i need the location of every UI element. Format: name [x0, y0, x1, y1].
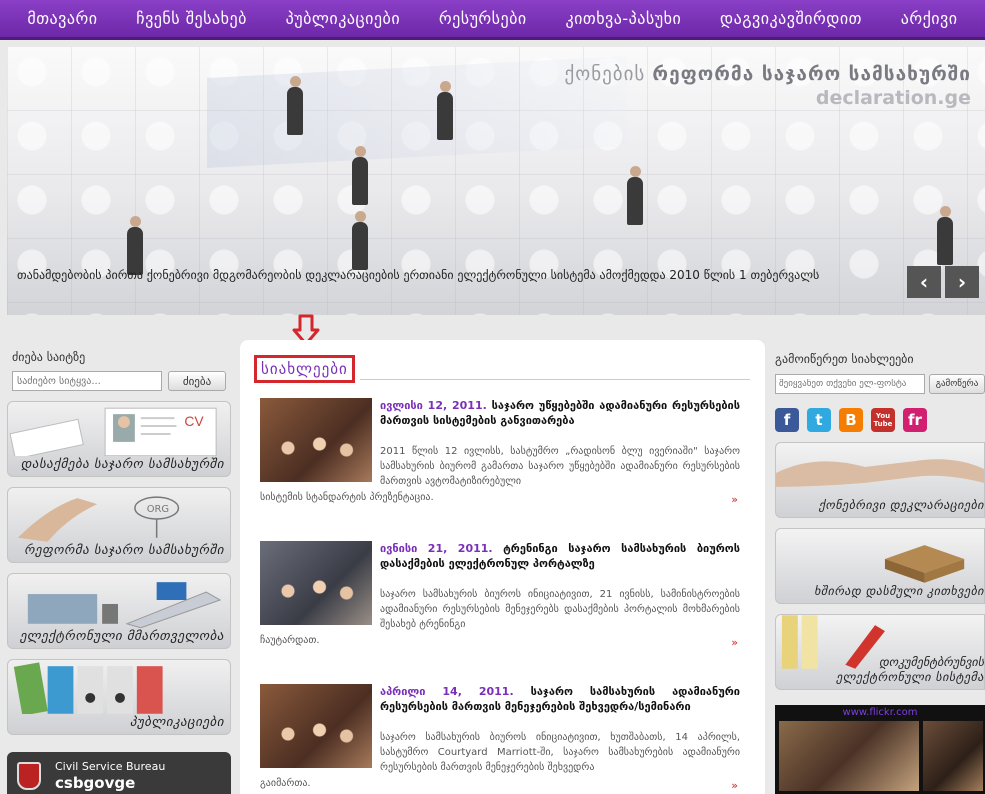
- tile-asset-declarations[interactable]: ქონებრივი დეკლარაციები: [775, 442, 985, 518]
- facebook-icon[interactable]: f: [775, 408, 799, 432]
- brand-title: რეფორმა საჯარო სამსახურში: [652, 63, 971, 85]
- search-button[interactable]: ძიება: [168, 371, 226, 391]
- csb-name: Civil Service Bureau: [55, 760, 166, 773]
- news-excerpt: საჯარო სამსახურის ბიუროს ინიციატივით, ხუ…: [380, 732, 740, 773]
- site-search: ძიება: [12, 371, 231, 391]
- news-panel: სიახლეები ივლისი 12, 2011. საჯარო უწყებე…: [240, 340, 765, 794]
- person-figure: [627, 166, 643, 225]
- hero-caption: თანამდებობის პირთა ქონებრივი მდგომარეობი…: [17, 268, 820, 282]
- subscribe-title: გამოიწერეთ სიახლეები: [775, 352, 914, 366]
- news-thumbnail[interactable]: [260, 684, 372, 768]
- news-excerpt-tail: ჩაუტარდათ.: [260, 635, 320, 646]
- hero-slider: ქონების რეფორმა საჯარო სამსახურში declar…: [7, 47, 985, 315]
- brand-domain: declaration.ge: [815, 87, 971, 109]
- flickr-icon[interactable]: fr: [903, 408, 927, 432]
- nav-item-publications[interactable]: პუბლიკაციები: [286, 9, 400, 28]
- csb-handle: csbgovge: [55, 774, 136, 792]
- cv-text: CV: [184, 413, 204, 429]
- news-title[interactable]: ივლისი 12, 2011. საჯარო უწყებებში ადამია…: [380, 398, 740, 428]
- news-title[interactable]: აპრილი 14, 2011. საჯარო სამსახურის ადამი…: [380, 684, 740, 714]
- news-excerpt-tail: გაიმართა.: [260, 778, 311, 789]
- tile-employment[interactable]: CV დასაქმება საჯარო სამსახურში: [7, 401, 231, 477]
- person-figure: [437, 81, 453, 140]
- nav-item-home[interactable]: მთავარი: [27, 9, 97, 28]
- news-date: ივნისი 21, 2011.: [380, 542, 493, 555]
- person-figure: [287, 76, 303, 135]
- tile-faq-label: ხშირად დასმული კითხვები: [814, 584, 984, 598]
- tile-e-governance[interactable]: ელექტრონული მმართველობა: [7, 573, 231, 649]
- hero-brand: ქონების რეფორმა საჯარო სამსახურში declar…: [565, 63, 971, 109]
- site-search-title: ძიება საიტზე: [12, 350, 86, 364]
- news-excerpt: საჯარო სამსახურის ბიუროს ინიციატივით, 21…: [380, 589, 740, 630]
- tile-document-flow[interactable]: დოკუმენტბრუნვის ელექტრონული სისტემა: [775, 614, 985, 690]
- tile-e-governance-label: ელექტრონული მმართველობა: [19, 629, 224, 644]
- flickr-photo[interactable]: [923, 721, 983, 791]
- news-date: ივლისი 12, 2011.: [380, 399, 487, 412]
- news-divider: [360, 379, 750, 380]
- tile-publications[interactable]: პუბლიკაციები: [7, 659, 231, 735]
- slider-prev-button[interactable]: ‹: [907, 266, 941, 298]
- search-input[interactable]: [12, 371, 162, 391]
- slider-next-button[interactable]: ›: [945, 266, 979, 298]
- person-figure: [352, 146, 368, 205]
- blogger-icon[interactable]: B: [839, 408, 863, 432]
- coat-of-arms-icon: [17, 762, 41, 790]
- computer-illustration: [27, 582, 222, 628]
- tile-publications-label: პუბლიკაციები: [129, 715, 224, 730]
- tile-faq[interactable]: ხშირად დასმული კითხვები: [775, 528, 985, 604]
- right-sidebar: გამოიწერეთ სიახლეები გამოწერა f t B You …: [775, 340, 985, 690]
- brand-prefix: ქონების: [564, 63, 646, 85]
- nav-item-about[interactable]: ჩვენს შესახებ: [136, 9, 247, 28]
- news-item: ივლისი 12, 2011. საჯარო უწყებებში ადამია…: [260, 398, 750, 518]
- left-sidebar: ძიება საიტზე ძიება CV დასაქმება საჯარო ს…: [7, 340, 231, 735]
- tile-reform[interactable]: ORG რეფორმა საჯარო სამსახურში: [7, 487, 231, 563]
- read-more-link[interactable]: »: [731, 493, 738, 506]
- subscribe-button[interactable]: გამოწერა: [929, 374, 985, 394]
- tile-employment-label: დასაქმება საჯარო სამსახურში: [20, 457, 224, 472]
- flickr-widget[interactable]: www.flickr.com: [775, 705, 985, 794]
- news-date: აპრილი 14, 2011.: [380, 685, 514, 698]
- nav-item-archive[interactable]: არქივი: [901, 9, 958, 28]
- slider-arrows: ‹ ›: [907, 266, 979, 298]
- social-links: f t B You Tube fr: [775, 408, 985, 432]
- news-item: აპრილი 14, 2011. საჯარო სამსახურის ადამი…: [260, 684, 750, 794]
- news-thumbnail[interactable]: [260, 541, 372, 625]
- read-more-link[interactable]: »: [731, 779, 738, 792]
- reform-drawing-illustration: ORG: [17, 496, 180, 542]
- subscribe-email-input[interactable]: [775, 374, 925, 394]
- tile-reform-label: რეფორმა საჯარო სამსახურში: [24, 543, 224, 558]
- tile-document-flow-label: ელექტრონული სისტემა: [836, 670, 984, 684]
- cv-documents-illustration: CV: [9, 407, 217, 456]
- flickr-photo[interactable]: [779, 721, 919, 791]
- news-item: ივნისი 21, 2011. ტრენინგი საჯარო სამსახუ…: [260, 541, 750, 661]
- subscribe-form: გამოწერა: [775, 374, 985, 394]
- nav-item-faq[interactable]: კითხვა-პასუხი: [565, 9, 681, 28]
- news-thumbnail[interactable]: [260, 398, 372, 482]
- news-heading: სიახლეები: [254, 355, 355, 383]
- news-excerpt-tail: სისტემის სტანდარტის პრეზენტაცია.: [260, 492, 434, 503]
- box-illustration: [884, 545, 965, 583]
- person-figure: [937, 206, 953, 265]
- csb-social-widget[interactable]: Civil Service Bureau csbgovge: [7, 752, 231, 794]
- youtube-icon[interactable]: You Tube: [871, 408, 895, 432]
- handshake-illustration: [776, 459, 984, 487]
- svg-text:ORG: ORG: [147, 504, 169, 515]
- tile-asset-declarations-label: ქონებრივი დეკლარაციები: [818, 498, 984, 512]
- read-more-link[interactable]: »: [731, 636, 738, 649]
- top-navigation: მთავარი ჩვენს შესახებ პუბლიკაციები რესურ…: [0, 0, 985, 40]
- news-excerpt: 2011 წლის 12 ივლისს, სასტუმრო „რადისონ ბ…: [380, 446, 740, 487]
- twitter-icon[interactable]: t: [807, 408, 831, 432]
- person-figure: [352, 211, 368, 270]
- nav-item-contact[interactable]: დაგვიკავშირდით: [720, 9, 862, 28]
- flickr-link[interactable]: www.flickr.com: [775, 707, 985, 718]
- tile-document-flow-label-top: დოკუმენტბრუნვის: [878, 655, 984, 669]
- nav-item-resources[interactable]: რესურსები: [439, 9, 527, 28]
- news-title[interactable]: ივნისი 21, 2011. ტრენინგი საჯარო სამსახუ…: [380, 541, 740, 571]
- binders-illustration: [13, 662, 163, 714]
